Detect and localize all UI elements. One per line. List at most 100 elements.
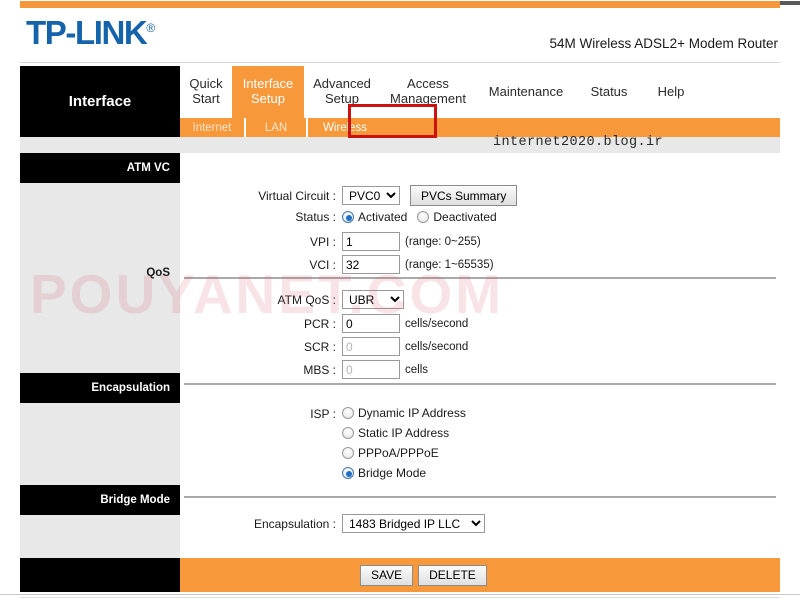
radio-dot-icon [342, 427, 354, 439]
isp-label: ISP : [220, 406, 342, 421]
scr-label: SCR : [220, 340, 342, 354]
main-tab-label: Advanced Setup [313, 77, 371, 106]
scr-input[interactable] [342, 337, 400, 356]
pvcs-summary-button[interactable]: PVCs Summary [410, 185, 517, 206]
radio-dot-icon [342, 407, 354, 419]
page-header: TP-LINK® 54M Wireless ADSL2+ Modem Route… [20, 8, 780, 60]
main-tab-quick-start[interactable]: Quick Start [180, 66, 232, 118]
radio-dot-icon [342, 467, 354, 479]
mbs-input[interactable] [342, 360, 400, 379]
navigation: Interface Quick Start Interface Setup Adva… [20, 66, 780, 137]
main-tab-label: Status [591, 85, 628, 100]
sub-tab-lan[interactable]: LAN [246, 118, 306, 137]
vpi-label: VPI : [220, 235, 342, 249]
row-mbs: MBS : cells [220, 360, 428, 379]
pcr-unit: cells/second [405, 318, 468, 330]
isp-option-label: PPPoA/PPPoE [358, 446, 439, 460]
vci-hint: (range: 1~65535) [405, 259, 494, 271]
radio-dot-icon [342, 447, 354, 459]
vpi-input[interactable] [342, 232, 400, 251]
bottom-rule [0, 594, 800, 595]
sidebar-footer-block [20, 558, 180, 592]
main-tab-label: Access Management [390, 77, 466, 106]
pcr-label: PCR : [220, 317, 342, 331]
blog-watermark-text: internet2020.blog.ir [493, 135, 663, 150]
row-status: Status : Activated Deactivated [220, 210, 507, 224]
sub-tab-label: LAN [265, 122, 287, 134]
divider-encapsulation [184, 383, 776, 385]
row-vpi: VPI : (range: 0~255) [220, 232, 481, 251]
sub-tab-internet[interactable]: Internet [180, 118, 244, 137]
page-body: ATM VC QoS Encapsulation Bridge Mode Vir… [20, 153, 780, 592]
sub-tab-wireless[interactable]: Wireless [308, 118, 382, 137]
isp-radio-pppoa-pppoe[interactable]: PPPoA/PPPoE [342, 446, 466, 460]
section-label-column: ATM VC QoS Encapsulation Bridge Mode [20, 153, 180, 592]
radio-dot-icon [417, 211, 429, 223]
form-content: Virtual Circuit : PVC0PVC1PVC2PVC3PVC4PV… [180, 153, 780, 592]
delete-button[interactable]: DELETE [418, 565, 487, 586]
status-deactivated-label: Deactivated [433, 210, 496, 224]
sub-tab-bar: Internet LAN Wireless [180, 118, 780, 137]
isp-radio-bridge-mode[interactable]: Bridge Mode [342, 466, 466, 480]
isp-option-label: Bridge Mode [358, 466, 426, 480]
main-tab-label: Help [658, 85, 685, 100]
router-admin-page: TP-LINK® 54M Wireless ADSL2+ Modem Route… [0, 0, 800, 600]
main-tab-help[interactable]: Help [642, 66, 700, 118]
status-label: Status : [220, 210, 342, 224]
top-dark-rule [780, 1, 800, 5]
row-vci: VCI : (range: 1~65535) [220, 255, 494, 274]
sub-tab-label: Wireless [323, 122, 367, 134]
isp-radio-static-ip-address[interactable]: Static IP Address [342, 426, 466, 440]
atm-qos-select[interactable]: UBRCBRrt-VBRnrt-VBR [342, 290, 404, 309]
tplink-logo: TP-LINK® [26, 14, 155, 52]
section-label-encapsulation: Encapsulation [20, 373, 180, 403]
main-tab-maintenance[interactable]: Maintenance [476, 66, 576, 118]
status-activated-label: Activated [358, 210, 407, 224]
divider-qos [184, 277, 776, 279]
mbs-label: MBS : [220, 363, 342, 377]
main-tab-access-management[interactable]: Access Management [380, 66, 476, 118]
scr-unit: cells/second [405, 341, 468, 353]
row-pcr: PCR : cells/second [220, 314, 468, 333]
row-virtual-circuit: Virtual Circuit : PVC0PVC1PVC2PVC3PVC4PV… [220, 185, 517, 206]
encapsulation-select[interactable]: 1483 Bridged IP LLC1483 Bridged IP VC-Mu… [342, 514, 485, 533]
row-encapsulation: Encapsulation : 1483 Bridged IP LLC1483 … [220, 514, 485, 533]
main-tab-label: Maintenance [489, 85, 563, 100]
vci-label: VCI : [220, 258, 342, 272]
main-tab-status[interactable]: Status [576, 66, 642, 118]
radio-dot-icon [342, 211, 354, 223]
isp-option-label: Dynamic IP Address [358, 406, 466, 420]
isp-radio-group: Dynamic IP Address Static IP Address PPPoA… [342, 406, 476, 486]
row-isp: ISP : Dynamic IP Address Static IP Addres… [220, 406, 476, 486]
sub-tab-label: Internet [193, 122, 232, 134]
model-name: 54M Wireless ADSL2+ Modem Router [550, 36, 778, 51]
main-tab-label: Quick Start [189, 77, 222, 106]
registered-mark-icon: ® [146, 21, 155, 35]
pcr-input[interactable] [342, 314, 400, 333]
section-label-atm-vc: ATM VC [20, 153, 180, 183]
top-orange-rule [20, 1, 780, 8]
bottom-rule-secondary [20, 597, 780, 598]
isp-option-label: Static IP Address [358, 426, 449, 440]
row-scr: SCR : cells/second [220, 337, 468, 356]
section-label-bridge-mode: Bridge Mode [20, 485, 180, 515]
virtual-circuit-select[interactable]: PVC0PVC1PVC2PVC3PVC4PVC5PVC6PVC7 [342, 186, 400, 205]
section-label-qos: QoS [20, 263, 180, 283]
section-title: Interface [20, 66, 180, 137]
atm-qos-label: ATM QoS : [220, 293, 342, 307]
row-atm-qos: ATM QoS : UBRCBRrt-VBRnrt-VBR [220, 290, 404, 309]
encapsulation-label: Encapsulation : [220, 517, 342, 531]
header-divider [20, 62, 780, 63]
main-tab-interface-setup[interactable]: Interface Setup [232, 66, 304, 118]
logo-text: TP-LINK [26, 14, 146, 51]
isp-radio-dynamic-ip-address[interactable]: Dynamic IP Address [342, 406, 466, 420]
main-tab-advanced-setup[interactable]: Advanced Setup [304, 66, 380, 118]
divider-bridge-mode [184, 496, 776, 498]
vpi-hint: (range: 0~255) [405, 236, 481, 248]
vci-input[interactable] [342, 255, 400, 274]
mbs-unit: cells [405, 364, 428, 376]
status-radio-activated[interactable]: Activated [342, 210, 407, 224]
status-radio-deactivated[interactable]: Deactivated [417, 210, 496, 224]
blog-watermark-strip: internet2020.blog.ir [20, 137, 780, 153]
save-button[interactable]: SAVE [360, 565, 413, 586]
